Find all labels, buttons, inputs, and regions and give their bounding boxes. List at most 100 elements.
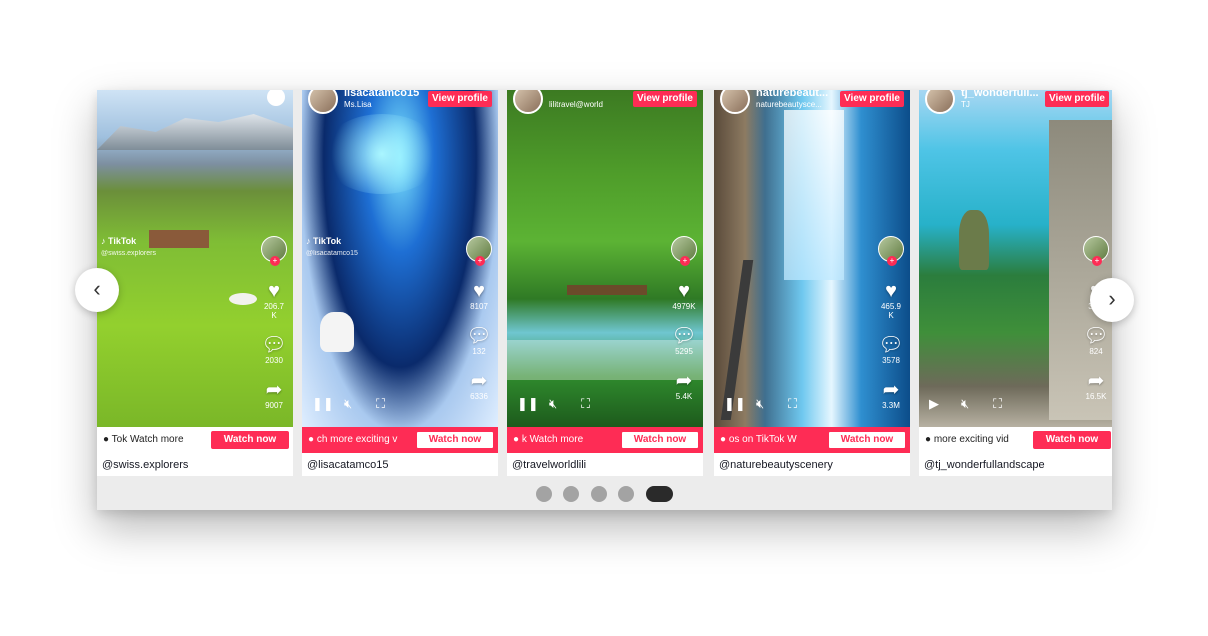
like-count: 8107 bbox=[470, 302, 488, 311]
player-controls: ❚❚ 🔇︎ ⛶ bbox=[312, 396, 412, 412]
creator-handle[interactable]: @swiss.explorers bbox=[102, 459, 188, 471]
video-card[interactable]: lilitravel@world View profile + ♥ 4979K 💬︎ 529… bbox=[507, 90, 703, 476]
player-controls: ❚❚ 🔇︎ ⛶ bbox=[517, 396, 617, 412]
chat-bubble-icon: ● bbox=[720, 434, 729, 445]
comment-icon[interactable]: 💬︎ bbox=[1083, 325, 1109, 347]
chat-bubble-icon: ● bbox=[308, 434, 317, 445]
creator-avatar[interactable]: + bbox=[671, 236, 697, 266]
creator-handle[interactable]: @tj_wonderfullandscape bbox=[924, 459, 1045, 471]
prev-arrow-button[interactable]: ‹ bbox=[75, 268, 119, 312]
pagination-dot-active[interactable] bbox=[646, 486, 673, 502]
pagination-dot[interactable] bbox=[591, 486, 607, 502]
video-card[interactable]: naturebeaut... naturebeautysce... View pro… bbox=[714, 90, 910, 476]
follow-plus-icon[interactable]: + bbox=[475, 256, 485, 266]
tiktok-logo-icon bbox=[267, 90, 285, 106]
username[interactable]: lisacatamco15 bbox=[344, 90, 419, 99]
tiktok-carousel: ♪ TikTok @swiss.explorers + ♥ 206.7 K 💬︎ 2030 ➦… bbox=[97, 90, 1112, 510]
pagination-dot[interactable] bbox=[618, 486, 634, 502]
pause-icon[interactable]: ❚❚ bbox=[517, 396, 539, 412]
follow-plus-icon[interactable]: + bbox=[887, 256, 897, 266]
comment-icon[interactable]: 💬︎ bbox=[878, 334, 904, 356]
heart-icon[interactable]: ♥ bbox=[261, 280, 287, 302]
comment-icon[interactable]: 💬︎ bbox=[261, 334, 287, 356]
mute-icon[interactable]: 🔇︎ bbox=[549, 396, 557, 412]
view-profile-button[interactable]: View profile bbox=[1045, 91, 1109, 107]
mute-icon[interactable]: 🔇︎ bbox=[756, 396, 764, 412]
video-card[interactable]: ♪ TikTok @swiss.explorers + ♥ 206.7 K 💬︎ 2030 ➦… bbox=[97, 90, 293, 476]
pagination-dot[interactable] bbox=[563, 486, 579, 502]
share-icon[interactable]: ➦ bbox=[466, 370, 492, 392]
share-icon[interactable]: ➦ bbox=[261, 379, 287, 401]
chat-bubble-icon: ● bbox=[513, 434, 522, 445]
fullscreen-icon[interactable]: ⛶ bbox=[993, 396, 1002, 412]
follow-plus-icon[interactable]: + bbox=[1092, 256, 1102, 266]
cta-text: ● k Watch more bbox=[513, 434, 618, 445]
share-count: 16.5K bbox=[1085, 392, 1107, 401]
creator-avatar[interactable]: + bbox=[1083, 236, 1109, 266]
avatar[interactable] bbox=[308, 90, 338, 114]
creator-avatar[interactable]: + bbox=[878, 236, 904, 266]
cta-text: ● os on TikTok W bbox=[720, 434, 825, 445]
video-player[interactable]: lisacatamco15 Ms.Lisa View profile ♪ TikTok… bbox=[302, 90, 498, 427]
cta-bar: ● more exciting vid Watch now bbox=[919, 427, 1112, 453]
avatar[interactable] bbox=[720, 90, 750, 114]
fullscreen-icon[interactable]: ⛶ bbox=[376, 396, 385, 412]
next-arrow-button[interactable]: › bbox=[1090, 278, 1134, 322]
mute-icon[interactable]: 🔇︎ bbox=[344, 396, 352, 412]
watch-now-button[interactable]: Watch now bbox=[211, 431, 289, 449]
share-icon[interactable]: ➦ bbox=[671, 370, 697, 392]
heart-icon[interactable]: ♥ bbox=[671, 280, 697, 302]
comment-icon[interactable]: 💬︎ bbox=[466, 325, 492, 347]
video-player[interactable]: naturebeaut... naturebeautysce... View pro… bbox=[714, 90, 910, 427]
pause-icon[interactable]: ❚❚ bbox=[724, 396, 746, 412]
mute-icon[interactable]: 🔇︎ bbox=[961, 396, 969, 412]
share-icon[interactable]: ➦ bbox=[1083, 370, 1109, 392]
pause-icon[interactable]: ❚❚ bbox=[312, 396, 334, 412]
follow-plus-icon[interactable]: + bbox=[270, 256, 280, 266]
tiktok-watermark: ♪ TikTok bbox=[101, 236, 137, 246]
heart-icon[interactable]: ♥ bbox=[878, 280, 904, 302]
cta-bar: ● Tok Watch more Watch now bbox=[97, 427, 293, 453]
avatar[interactable] bbox=[925, 90, 955, 114]
chat-bubble-icon: ● bbox=[925, 434, 934, 445]
creator-avatar[interactable]: + bbox=[466, 236, 492, 266]
pagination-dot[interactable] bbox=[536, 486, 552, 502]
username[interactable]: naturebeaut... bbox=[756, 90, 828, 99]
action-rail: + ♥ 206.7 K 💬︎ 2030 ➦ 9007 bbox=[261, 236, 287, 410]
creator-handle[interactable]: @travelworldlili bbox=[512, 459, 586, 471]
creator-avatar[interactable]: + bbox=[261, 236, 287, 266]
view-profile-button[interactable]: View profile bbox=[633, 91, 697, 107]
video-card[interactable]: lisacatamco15 Ms.Lisa View profile ♪ TikTok… bbox=[302, 90, 498, 476]
video-header: naturebeaut... naturebeautysce... View pro… bbox=[714, 90, 910, 116]
video-card[interactable]: tj_wonderfull...TJView profile+♥36.2💬︎82… bbox=[919, 90, 1112, 476]
video-player[interactable]: ♪ TikTok @swiss.explorers + ♥ 206.7 K 💬︎ 2030 ➦… bbox=[97, 90, 293, 427]
creator-handle[interactable]: @lisacatamco15 bbox=[307, 459, 388, 471]
watch-now-button[interactable]: Watch now bbox=[416, 431, 494, 449]
comment-icon[interactable]: 💬︎ bbox=[671, 325, 697, 347]
cta-message: more exciting vid bbox=[933, 434, 1009, 445]
video-player[interactable]: tj_wonderfull...TJView profile+♥36.2💬︎82… bbox=[919, 90, 1112, 427]
cta-bar: ● k Watch more Watch now bbox=[507, 427, 703, 453]
watch-now-button[interactable]: Watch now bbox=[621, 431, 699, 449]
video-header: lilitravel@world View profile bbox=[507, 90, 703, 116]
view-profile-button[interactable]: View profile bbox=[840, 91, 904, 107]
heart-icon[interactable]: ♥ bbox=[466, 280, 492, 302]
username[interactable]: tj_wonderfull... bbox=[961, 90, 1039, 99]
share-icon[interactable]: ➦ bbox=[878, 379, 904, 401]
creator-handle[interactable]: @naturebeautyscenery bbox=[719, 459, 833, 471]
fullscreen-icon[interactable]: ⛶ bbox=[788, 396, 797, 412]
comment-count: 3578 bbox=[882, 356, 900, 365]
view-profile-button[interactable]: View profile bbox=[428, 91, 492, 107]
play-icon[interactable]: ▶ bbox=[929, 396, 939, 412]
display-name: lilitravel@world bbox=[549, 100, 603, 109]
watch-now-button[interactable]: Watch now bbox=[1033, 431, 1111, 449]
video-player[interactable]: lilitravel@world View profile + ♥ 4979K 💬︎ 529… bbox=[507, 90, 703, 427]
video-header: tj_wonderfull... TJ View profile bbox=[919, 90, 1112, 116]
cta-watch-more: Watch more bbox=[529, 434, 584, 445]
display-name: naturebeautysce... bbox=[756, 100, 822, 109]
avatar[interactable] bbox=[513, 90, 543, 114]
share-count: 5.4K bbox=[675, 392, 693, 401]
watch-now-button[interactable]: Watch now bbox=[828, 431, 906, 449]
follow-plus-icon[interactable]: + bbox=[680, 256, 690, 266]
fullscreen-icon[interactable]: ⛶ bbox=[581, 396, 590, 412]
